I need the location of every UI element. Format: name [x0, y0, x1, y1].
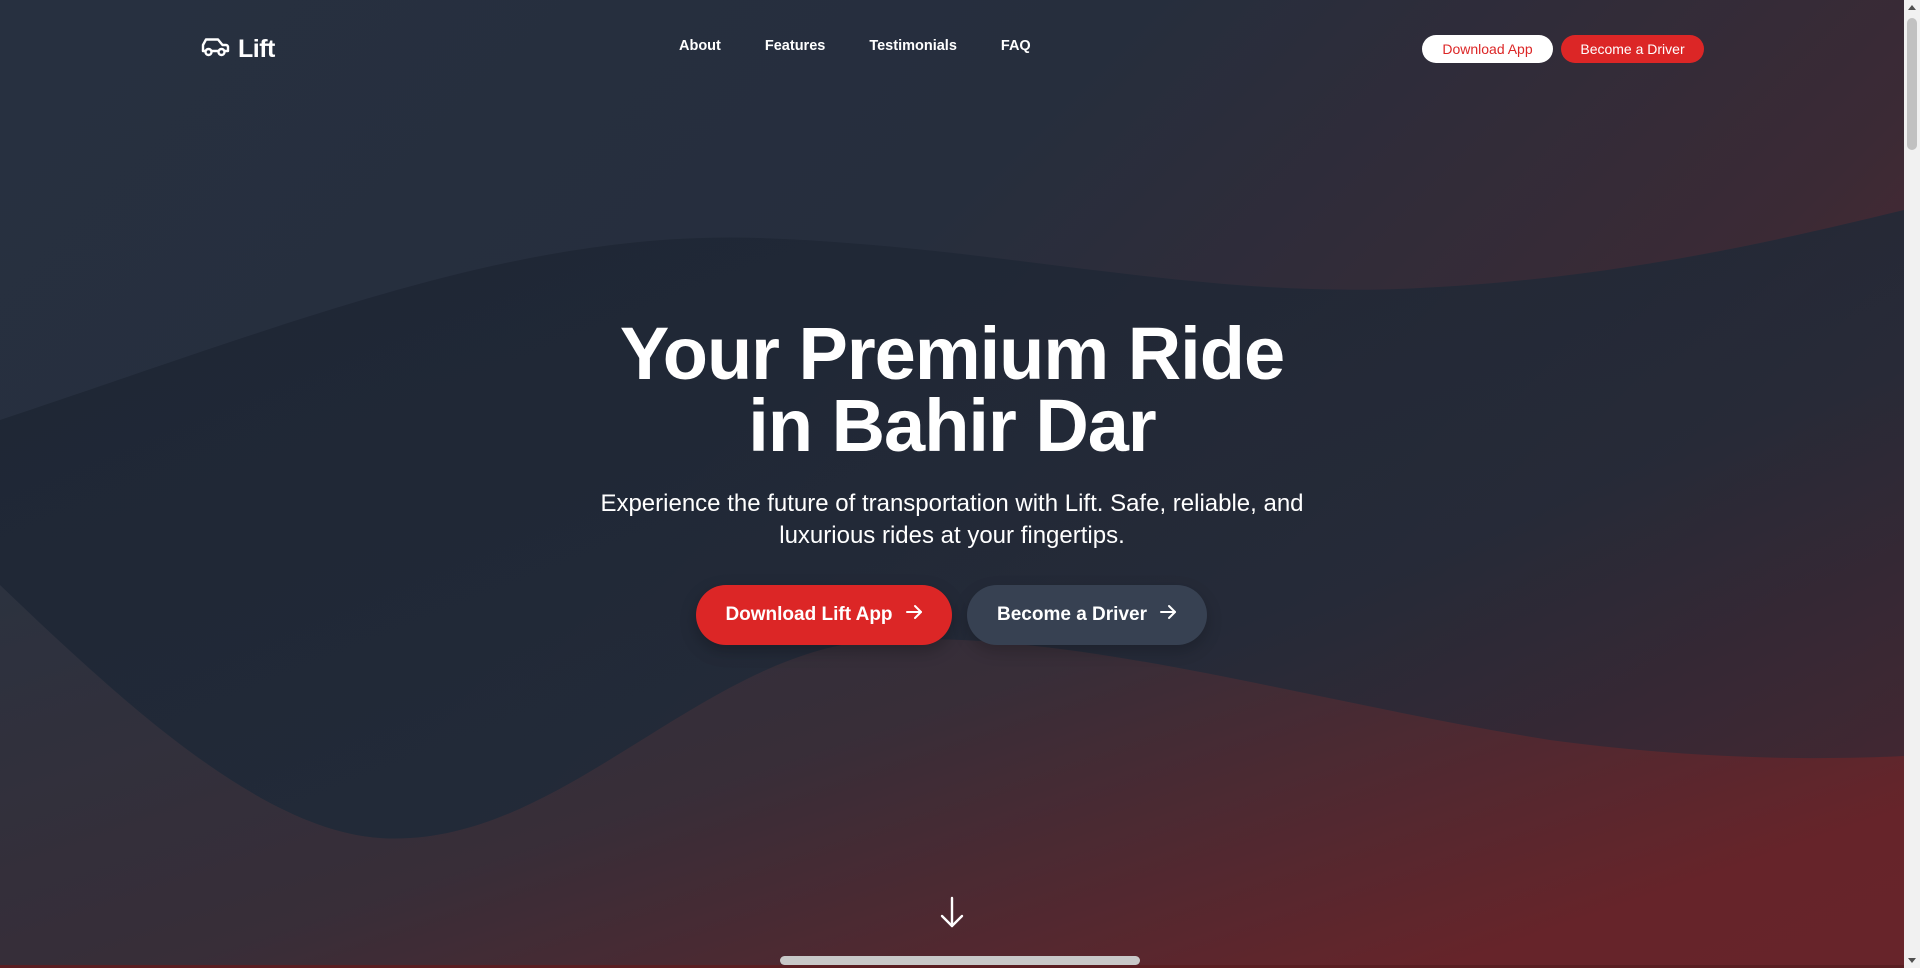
- arrow-right-icon: [1159, 603, 1177, 627]
- download-lift-app-label: Download Lift App: [725, 604, 893, 625]
- become-driver-label: Become a Driver: [997, 604, 1147, 625]
- scroll-up-arrow-icon[interactable]: [1908, 5, 1916, 10]
- arrow-right-icon: [905, 603, 923, 627]
- brand-name: Lift: [238, 34, 275, 63]
- become-driver-hero-button[interactable]: Become a Driver: [967, 585, 1207, 645]
- nav-link-about[interactable]: About: [679, 38, 721, 54]
- background-waves: [0, 210, 1904, 968]
- become-driver-nav-button[interactable]: Become a Driver: [1561, 35, 1704, 63]
- hero-subtitle-line2: luxurious rides at your fingertips.: [779, 522, 1125, 549]
- vertical-scrollbar[interactable]: [1904, 0, 1920, 968]
- nav-link-features[interactable]: Features: [765, 38, 825, 54]
- arrow-down-icon: [937, 896, 967, 933]
- scroll-down-arrow-icon[interactable]: [1908, 958, 1916, 963]
- download-lift-app-button[interactable]: Download Lift App: [696, 585, 952, 645]
- hero-title-line2: in Bahir Dar: [748, 384, 1156, 467]
- hero-subtitle-line1: Experience the future of transportation …: [600, 490, 1304, 517]
- nav-links: About Features Testimonials FAQ: [679, 38, 1031, 54]
- download-app-button[interactable]: Download App: [1422, 35, 1553, 63]
- horizontal-scrollbar-thumb[interactable]: [780, 956, 1140, 965]
- hero-title: Your Premium Ride in Bahir Dar: [452, 317, 1452, 463]
- nav-link-testimonials[interactable]: Testimonials: [869, 38, 957, 54]
- nav-link-faq[interactable]: FAQ: [1001, 38, 1031, 54]
- car-icon: [200, 36, 230, 63]
- brand-logo[interactable]: Lift: [200, 33, 275, 65]
- page-viewport: Lift About Features Testimonials FAQ Dow…: [0, 0, 1904, 968]
- hero-title-line1: Your Premium Ride: [619, 312, 1285, 395]
- scroll-down-button[interactable]: [937, 895, 967, 929]
- hero-subtitle: Experience the future of transportation …: [552, 488, 1352, 552]
- vertical-scrollbar-thumb[interactable]: [1907, 18, 1917, 150]
- top-navbar: Lift About Features Testimonials FAQ Dow…: [0, 0, 1904, 98]
